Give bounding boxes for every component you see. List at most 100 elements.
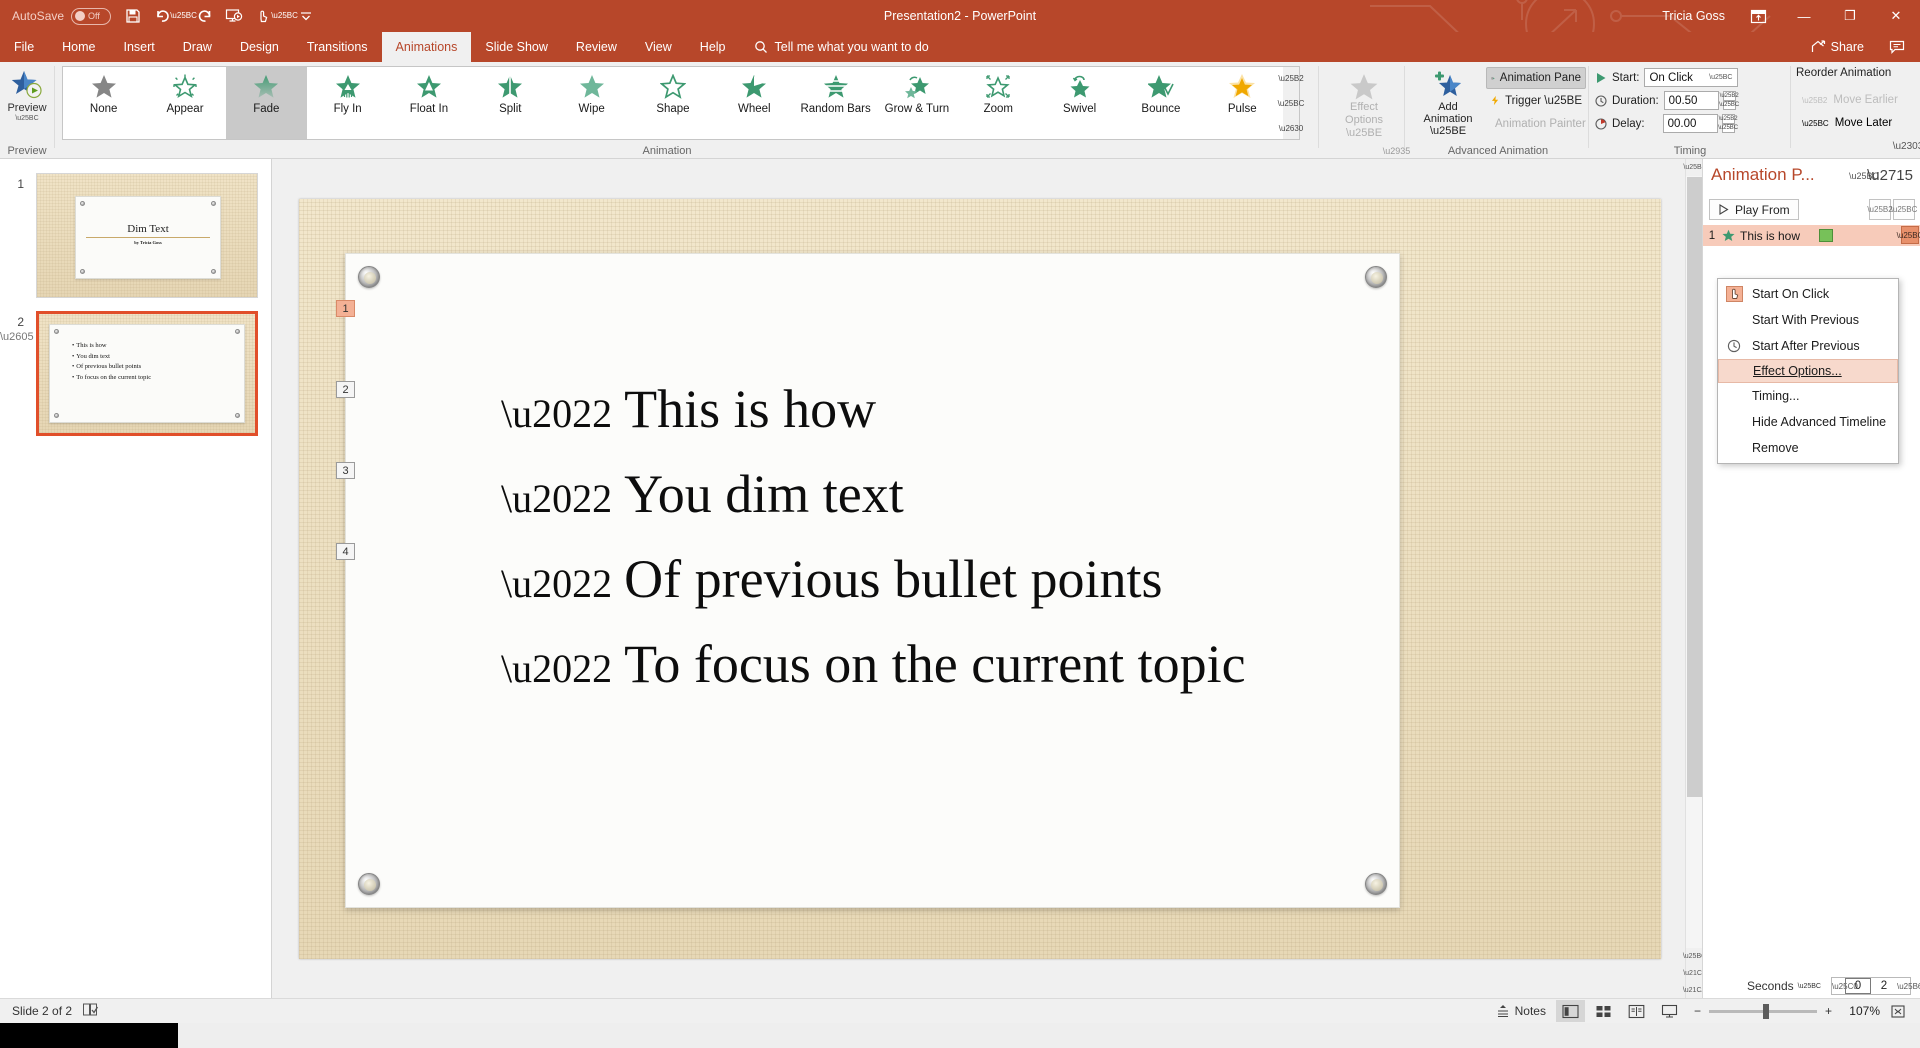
collapse-ribbon-icon[interactable]: \u2303 <box>1893 138 1920 154</box>
menu-item-start-with-previous[interactable]: Start With Previous <box>1718 307 1898 333</box>
animation-item-fly-in[interactable]: Fly In <box>307 67 388 139</box>
scroll-down-group[interactable]: \u25BC \u21C8 \u21CA <box>1683 948 1706 999</box>
menu-item-remove[interactable]: Remove <box>1718 435 1898 461</box>
animation-item-none[interactable]: None <box>63 67 144 139</box>
animation-item-zoom[interactable]: Zoom <box>958 67 1039 139</box>
tab-slide-show[interactable]: Slide Show <box>471 32 562 62</box>
animation-item-wipe[interactable]: Wipe <box>551 67 632 139</box>
autosave-toggle[interactable]: Off <box>71 7 112 25</box>
reading-view-icon[interactable] <box>1622 1000 1651 1022</box>
slide-bullet-list[interactable]: \u2022 This is how \u2022 You dim text \… <box>501 369 1361 709</box>
animation-item-appear[interactable]: Appear <box>144 67 225 139</box>
animation-item-shape[interactable]: Shape <box>632 67 713 139</box>
slideshow-icon[interactable] <box>1655 1000 1684 1022</box>
animation-item-bounce[interactable]: Bounce <box>1120 67 1201 139</box>
tab-review[interactable]: Review <box>562 32 631 62</box>
gallery-more-icon[interactable]: \u2630 <box>1279 117 1303 139</box>
gallery-scroll-up-icon[interactable]: \u25B2 <box>1278 67 1303 89</box>
zoom-out-button[interactable]: − <box>1694 1004 1701 1018</box>
scale-right-icon[interactable]: \u25B6 <box>1897 982 1920 991</box>
save-icon[interactable] <box>120 3 146 29</box>
thumbnail-animation-star-icon[interactable]: \u2605 <box>0 331 36 343</box>
slide-editing-surface[interactable]: \u2022 This is how \u2022 You dim text \… <box>299 199 1661 959</box>
animation-item-pulse[interactable]: Pulse <box>1202 67 1283 139</box>
preview-button[interactable]: Preview \u25BC <box>3 65 51 141</box>
slide-content-card[interactable]: \u2022 This is how \u2022 You dim text \… <box>345 253 1400 908</box>
delay-spin-down-icon[interactable]: \u25BC <box>1718 123 1738 133</box>
restore-button[interactable]: ❐ <box>1828 0 1872 32</box>
menu-item-hide-advanced-timeline[interactable]: Hide Advanced Timeline <box>1718 409 1898 435</box>
delay-spin-up-icon[interactable]: \u25B2 <box>1719 114 1738 124</box>
timeline-scale[interactable]: \u25C0 0 2 \u25B6 <box>1831 977 1920 995</box>
customize-qat-icon[interactable] <box>293 3 319 29</box>
redo-icon[interactable] <box>192 3 218 29</box>
animation-item-float-in[interactable]: Float In <box>388 67 469 139</box>
previous-slide-icon[interactable]: \u21C8 <box>1683 965 1706 982</box>
undo-dropdown-icon[interactable]: \u25BC <box>170 3 197 29</box>
animation-gallery[interactable]: None Appear Fade Fly In Float In Split W… <box>62 66 1284 140</box>
menu-item-start-after-previous[interactable]: Start After Previous <box>1718 333 1898 359</box>
move-down-icon[interactable]: \u25BC <box>1891 199 1917 220</box>
animation-effect-context-menu[interactable]: Start On Click Start With Previous Start… <box>1717 278 1899 464</box>
taskbar-start-area[interactable] <box>0 1023 178 1048</box>
animation-tag-1[interactable]: 1 <box>336 300 355 317</box>
animation-item-swivel[interactable]: Swivel <box>1039 67 1120 139</box>
animation-effect-item[interactable]: 1 This is how \u25BC <box>1703 225 1920 246</box>
tab-draw[interactable]: Draw <box>169 32 226 62</box>
thumbnail-frame[interactable]: This is how You dim text Of previous bul… <box>36 311 258 436</box>
gallery-scroll-down-icon[interactable]: \u25BC <box>1278 92 1305 114</box>
zoom-slider[interactable]: − + <box>1688 1003 1838 1019</box>
thumbnail-slide-2[interactable]: 2 \u2605 This is how You dim text Of pre… <box>0 311 272 436</box>
effect-dropdown-icon[interactable]: \u25BC <box>1897 226 1920 244</box>
tab-view[interactable]: View <box>631 32 686 62</box>
accessibility-checker-icon[interactable] <box>82 1002 99 1020</box>
effect-timeline-bar[interactable] <box>1819 229 1834 242</box>
scale-left-icon[interactable]: \u25C0 <box>1832 982 1858 991</box>
animation-tag-4[interactable]: 4 <box>336 543 355 560</box>
thumbnail-slide-1[interactable]: 1 Dim Text by Tricia Goss <box>0 173 272 298</box>
thumbnail-frame[interactable]: Dim Text by Tricia Goss <box>36 173 258 298</box>
gallery-scroll-buttons[interactable]: \u25B2 \u25BC \u2630 <box>1278 66 1305 140</box>
fit-slide-icon[interactable] <box>1884 1000 1912 1022</box>
animation-item-random-bars[interactable]: Random Bars <box>795 67 876 139</box>
start-dropdown[interactable]: On Click \u25BC <box>1644 68 1739 87</box>
tab-home[interactable]: Home <box>48 32 109 62</box>
tab-animations[interactable]: Animations <box>381 32 472 62</box>
start-from-beginning-icon[interactable] <box>221 3 247 29</box>
comments-icon[interactable] <box>1880 31 1914 63</box>
menu-item-start-on-click[interactable]: Start On Click <box>1718 281 1898 307</box>
normal-view-icon[interactable] <box>1555 1000 1585 1022</box>
notes-button[interactable]: Notes <box>1490 1000 1552 1022</box>
menu-item-timing[interactable]: Timing... <box>1718 383 1898 409</box>
move-up-icon[interactable]: \u25B2 <box>1867 199 1893 220</box>
duration-spin-up-icon[interactable]: \u25B2 <box>1720 91 1739 101</box>
next-slide-icon[interactable]: \u21CA <box>1683 982 1706 999</box>
scroll-up-icon[interactable]: \u25B2 <box>1683 159 1706 176</box>
user-account-name[interactable]: Tricia Goss <box>1653 9 1734 23</box>
scroll-down-icon[interactable]: \u25BC <box>1683 948 1706 965</box>
zoom-knob[interactable] <box>1762 1003 1769 1019</box>
animation-item-split[interactable]: Split <box>470 67 551 139</box>
taskbar-items[interactable] <box>178 1023 1920 1048</box>
preview-dropdown-icon[interactable]: \u25BC <box>15 115 38 122</box>
animation-dialog-launcher-icon[interactable]: \u2935 <box>1383 144 1411 157</box>
animation-tag-3[interactable]: 3 <box>336 462 355 479</box>
close-button[interactable]: ✕ <box>1874 0 1918 32</box>
tab-design[interactable]: Design <box>226 32 293 62</box>
slide-thumbnail-pane[interactable]: 1 Dim Text by Tricia Goss 2 \u2605 • Thi… <box>0 159 272 1023</box>
canvas-vertical-scrollbar[interactable]: \u25B2 \u25BC \u21C8 \u21CA <box>1683 159 1706 999</box>
tab-insert[interactable]: Insert <box>110 32 169 62</box>
ribbon-display-options-icon[interactable] <box>1736 0 1780 32</box>
share-button[interactable]: Share <box>1803 32 1872 62</box>
slide-counter[interactable]: Slide 2 of 2 <box>12 1004 72 1018</box>
duration-input[interactable]: 00.50 <box>1663 91 1719 110</box>
animation-item-grow-and-turn[interactable]: Grow & Turn <box>876 67 957 139</box>
zoom-in-button[interactable]: + <box>1825 1004 1832 1018</box>
tab-transitions[interactable]: Transitions <box>293 32 382 62</box>
tab-help[interactable]: Help <box>686 32 740 62</box>
trigger-button[interactable]: Trigger \u25BE <box>1486 89 1586 112</box>
animation-item-wheel[interactable]: Wheel <box>714 67 795 139</box>
duration-spinner[interactable]: \u25B2 \u25BC <box>1719 91 1739 110</box>
touch-mode-dropdown-icon[interactable]: \u25BC <box>271 3 298 29</box>
scrollbar-thumb[interactable] <box>1687 177 1702 797</box>
